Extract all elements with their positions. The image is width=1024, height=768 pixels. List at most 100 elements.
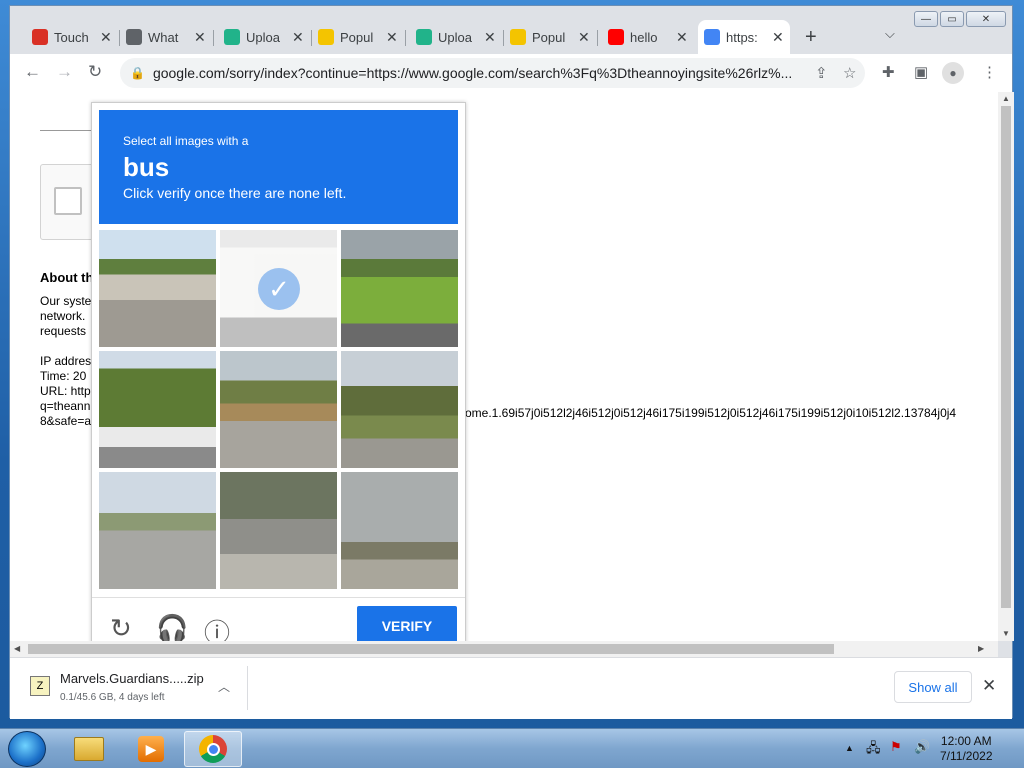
close-window-button[interactable]: ✕ [966, 11, 1006, 27]
divider [92, 597, 465, 598]
captcha-tile-field-guardrail[interactable] [220, 351, 337, 468]
tab-separator [213, 30, 214, 46]
chevron-up-icon[interactable]: ︿ [218, 678, 230, 695]
recaptcha-checkbox[interactable] [54, 187, 82, 215]
address-bar[interactable]: 🔒 google.com/sorry/index?continue=https:… [120, 58, 865, 88]
browser-tab[interactable]: Touch ✕ [26, 24, 118, 50]
browser-tab[interactable]: Popul ✕ [504, 24, 596, 50]
captcha-tile-tree-bus[interactable] [99, 351, 216, 468]
vertical-scrollbar[interactable]: ▲ ▼ [998, 92, 1014, 641]
ip-line: 8&safe=a [40, 414, 92, 428]
scroll-thumb[interactable] [1001, 106, 1011, 608]
reload-icon[interactable]: ↻ [88, 62, 102, 82]
file-explorer-icon[interactable] [60, 731, 118, 767]
minimize-button[interactable]: — [914, 11, 938, 27]
share-icon[interactable]: ⇪ [815, 64, 828, 82]
close-tab-icon[interactable]: ✕ [676, 29, 688, 46]
captcha-tile-street-green-bus[interactable] [99, 472, 216, 589]
browser-tab[interactable]: What ✕ [120, 24, 212, 50]
forward-arrow-icon[interactable]: → [56, 62, 73, 82]
upload-favicon [416, 29, 432, 45]
youtube-icon [608, 29, 624, 45]
clock-time: 12:00 AM [940, 734, 992, 748]
volume-icon[interactable]: 🔊 [914, 739, 930, 755]
close-tab-icon[interactable]: ✕ [578, 29, 590, 46]
scroll-down-icon[interactable]: ▼ [1002, 629, 1010, 638]
browser-toolbar: ← → ↻ 🔒 google.com/sorry/index?continue=… [10, 54, 1012, 92]
extensions-puzzle-icon[interactable]: ✚ [882, 63, 895, 81]
tab-strip: — ▭ ✕ + ⌵ Touch ✕ What ✕ Uploa ✕ Popul ✕ Uploa ✕ P… [10, 6, 1012, 54]
tab-separator [597, 30, 598, 46]
taskbar: ▶ ▲ 🖧 ⚑ 🔊 12:00 AM 7/11/2022 [0, 728, 1024, 768]
captcha-challenge: Select all images with a bus Click verif… [91, 102, 466, 641]
download-status: 0.1/45.6 GB, 4 days left [60, 692, 165, 703]
bookmark-star-icon[interactable]: ☆ [843, 64, 856, 82]
ip-line: Time: 20 [40, 369, 87, 383]
close-tab-icon[interactable]: ✕ [484, 29, 496, 46]
download-shelf: Z Marvels.Guardians.....zip 0.1/45.6 GB,… [10, 657, 1012, 719]
tab-label: https: [726, 29, 758, 45]
close-tab-icon[interactable]: ✕ [292, 29, 304, 46]
close-tab-icon[interactable]: ✕ [386, 29, 398, 46]
horizontal-scrollbar[interactable]: ◀ ▶ [10, 641, 998, 657]
start-button[interactable] [8, 731, 46, 767]
captcha-header: Select all images with a bus Click verif… [99, 110, 458, 224]
show-hidden-icons-icon[interactable]: ▲ [845, 743, 854, 753]
close-tab-icon[interactable]: ✕ [194, 29, 206, 46]
browser-tab[interactable]: Popul ✕ [312, 24, 404, 50]
menu-kebab-icon[interactable]: ⋮ [982, 63, 997, 81]
action-center-flag-icon[interactable]: ⚑ [890, 739, 902, 755]
tab-label: Popul [340, 29, 374, 45]
tab-label: What [148, 29, 179, 45]
page-content: About th Our syste network. requests IP … [10, 92, 998, 641]
captcha-tile-car-trees[interactable] [341, 351, 458, 468]
scroll-up-icon[interactable]: ▲ [1002, 94, 1010, 103]
profile-avatar[interactable]: ● [942, 62, 964, 84]
download-filename[interactable]: Marvels.Guardians.....zip [60, 671, 204, 686]
tab-search-chevron-icon[interactable]: ⌵ [885, 26, 895, 42]
back-arrow-icon[interactable]: ← [24, 62, 41, 82]
network-icon[interactable]: 🖧 [866, 739, 881, 761]
close-icon[interactable]: ✕ [982, 676, 996, 696]
url-continuation-text: ome.1.69i57j0i512l2j46i512j0i512j46i175i… [465, 406, 957, 420]
captcha-tile-grass-road[interactable] [341, 230, 458, 347]
scroll-right-icon[interactable]: ▶ [978, 644, 984, 653]
captcha-target: bus [123, 152, 170, 182]
captcha-instruction: Select all images with a [123, 134, 249, 148]
media-player-icon[interactable]: ▶ [122, 731, 180, 767]
new-tab-button[interactable]: + [805, 26, 817, 49]
browser-window: — ▭ ✕ + ⌵ Touch ✕ What ✕ Uploa ✕ Popul ✕ Uploa ✕ P… [9, 5, 1014, 719]
browser-tab[interactable]: Uploa ✕ [218, 24, 310, 50]
captcha-tile-white-bus[interactable]: ✓ [220, 230, 337, 347]
side-panel-icon[interactable]: ▣ [914, 63, 928, 81]
globe-icon [126, 29, 142, 45]
tab-label: Popul [532, 29, 566, 45]
scroll-left-icon[interactable]: ◀ [14, 644, 20, 653]
info-icon[interactable]: ⓘ [204, 613, 230, 641]
audio-headphones-icon[interactable]: 🎧 [156, 613, 188, 641]
tab-separator [405, 30, 406, 46]
upload-favicon [224, 29, 240, 45]
chrome-icon[interactable] [184, 731, 242, 767]
close-tab-icon[interactable]: ✕ [772, 29, 784, 46]
tab-label: Uploa [246, 29, 280, 45]
show-all-button[interactable]: Show all [894, 671, 972, 703]
clock[interactable]: 12:00 AM 7/11/2022 [940, 734, 993, 764]
reload-challenge-icon[interactable]: ↻ [110, 613, 132, 641]
captcha-image-grid: ✓ [99, 230, 458, 589]
captcha-subtext: Click verify once there are none left. [123, 185, 347, 201]
ip-line: URL: http [40, 384, 91, 398]
browser-tab[interactable]: https: ✕ [698, 20, 790, 54]
browser-tab[interactable]: hello ✕ [602, 24, 694, 50]
captcha-tile-palm-trees[interactable] [341, 472, 458, 589]
scroll-thumb[interactable] [28, 644, 834, 654]
captcha-tile-stairs[interactable] [220, 472, 337, 589]
maximize-button[interactable]: ▭ [940, 11, 964, 27]
verify-button[interactable]: VERIFY [357, 606, 457, 641]
captcha-tile-street-red-truck[interactable] [99, 230, 216, 347]
browser-tab[interactable]: Uploa ✕ [410, 24, 502, 50]
close-tab-icon[interactable]: ✕ [100, 29, 112, 46]
url-text: google.com/sorry/index?continue=https://… [152, 65, 793, 81]
checkmark-icon: ✓ [258, 268, 300, 310]
ip-line: q=theann [40, 399, 91, 413]
